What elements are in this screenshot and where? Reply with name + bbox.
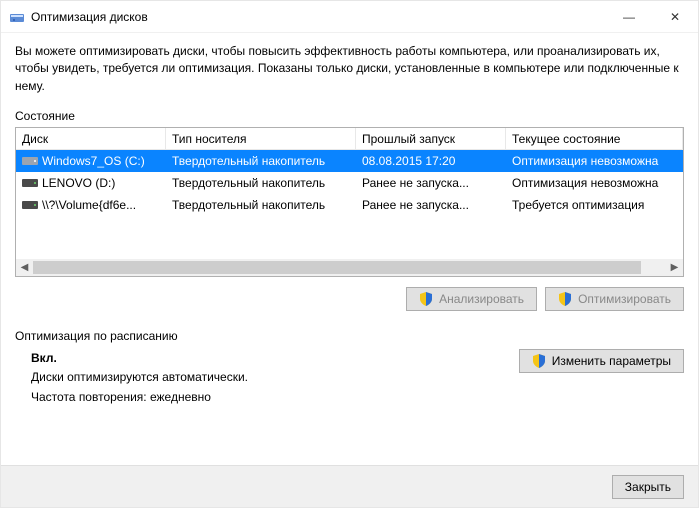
scroll-thumb[interactable] bbox=[33, 261, 641, 274]
shield-icon bbox=[532, 354, 546, 368]
table-row[interactable]: Windows7_OS (C:) Твердотельный накопитель… bbox=[16, 150, 683, 172]
list-body: Windows7_OS (C:) Твердотельный накопитель… bbox=[16, 150, 683, 258]
content-area: Вы можете оптимизировать диски, чтобы по… bbox=[1, 33, 698, 407]
cell-last: 08.08.2015 17:20 bbox=[356, 154, 506, 168]
app-icon bbox=[9, 9, 25, 25]
schedule-text: Вкл. Диски оптимизируются автоматически.… bbox=[31, 349, 507, 407]
change-settings-button[interactable]: Изменить параметры bbox=[519, 349, 684, 373]
cell-disk: Windows7_OS (C:) bbox=[42, 154, 145, 168]
schedule-body: Вкл. Диски оптимизируются автоматически.… bbox=[15, 349, 684, 407]
cell-state: Оптимизация невозможна bbox=[506, 154, 683, 168]
cell-last: Ранее не запуска... bbox=[356, 176, 506, 190]
optimize-button-label: Оптимизировать bbox=[578, 292, 671, 306]
footer: Закрыть bbox=[1, 465, 698, 507]
table-row[interactable]: LENOVO (D:) Твердотельный накопительРанее… bbox=[16, 172, 683, 194]
drives-list[interactable]: Диск Тип носителя Прошлый запуск Текущее… bbox=[15, 127, 684, 277]
shield-icon bbox=[558, 292, 572, 306]
cell-last: Ранее не запуска... bbox=[356, 198, 506, 212]
cell-media: Твердотельный накопитель bbox=[166, 154, 356, 168]
action-buttons-row: Анализировать Оптимизировать bbox=[15, 287, 684, 311]
title-bar: Оптимизация дисков ― ✕ bbox=[1, 1, 698, 33]
close-button[interactable]: Закрыть bbox=[612, 475, 684, 499]
list-header[interactable]: Диск Тип носителя Прошлый запуск Текущее… bbox=[16, 128, 683, 150]
shield-icon bbox=[419, 292, 433, 306]
cell-state: Оптимизация невозможна bbox=[506, 176, 683, 190]
schedule-line-1: Диски оптимизируются автоматически. bbox=[31, 368, 507, 387]
drive-icon bbox=[22, 155, 38, 167]
schedule-section-label: Оптимизация по расписанию bbox=[15, 329, 684, 343]
schedule-status: Вкл. bbox=[31, 349, 507, 368]
state-section-label: Состояние bbox=[15, 109, 684, 123]
col-header-state[interactable]: Текущее состояние bbox=[506, 128, 683, 149]
intro-text: Вы можете оптимизировать диски, чтобы по… bbox=[15, 43, 684, 95]
analyze-button[interactable]: Анализировать bbox=[406, 287, 537, 311]
drive-icon bbox=[22, 177, 38, 189]
change-settings-label: Изменить параметры bbox=[552, 354, 671, 368]
table-row[interactable]: \\?\Volume{df6e... Твердотельный накопите… bbox=[16, 194, 683, 216]
optimize-button[interactable]: Оптимизировать bbox=[545, 287, 684, 311]
close-window-button[interactable]: ✕ bbox=[652, 1, 698, 33]
cell-media: Твердотельный накопитель bbox=[166, 176, 356, 190]
cell-media: Твердотельный накопитель bbox=[166, 198, 356, 212]
drive-icon bbox=[22, 199, 38, 211]
cell-disk: \\?\Volume{df6e... bbox=[42, 198, 136, 212]
col-header-media[interactable]: Тип носителя bbox=[166, 128, 356, 149]
horizontal-scrollbar[interactable]: ◀ ▶ bbox=[16, 259, 683, 276]
schedule-line-2: Частота повторения: ежедневно bbox=[31, 388, 507, 407]
analyze-button-label: Анализировать bbox=[439, 292, 524, 306]
cell-state: Требуется оптимизация bbox=[506, 198, 683, 212]
col-header-disk[interactable]: Диск bbox=[16, 128, 166, 149]
cell-disk: LENOVO (D:) bbox=[42, 176, 115, 190]
scroll-right-arrow[interactable]: ▶ bbox=[666, 259, 683, 276]
col-header-last[interactable]: Прошлый запуск bbox=[356, 128, 506, 149]
scroll-track[interactable] bbox=[33, 259, 666, 276]
close-button-label: Закрыть bbox=[625, 480, 671, 494]
window-title: Оптимизация дисков bbox=[31, 10, 606, 24]
scroll-left-arrow[interactable]: ◀ bbox=[16, 259, 33, 276]
minimize-button[interactable]: ― bbox=[606, 1, 652, 33]
